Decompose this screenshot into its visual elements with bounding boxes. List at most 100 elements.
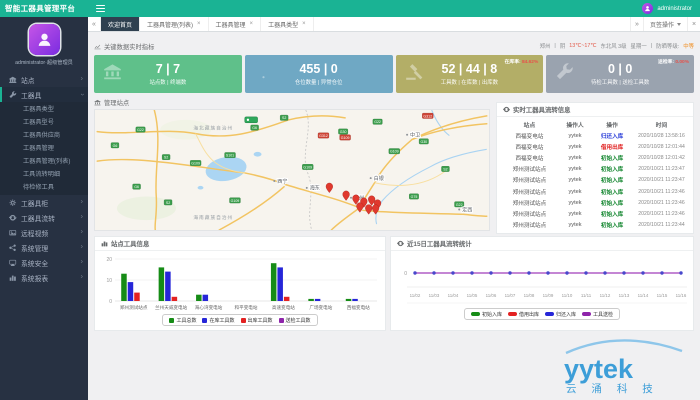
legend-item-1[interactable]: 在库工具数 [202, 317, 234, 324]
username[interactable]: administrator [657, 6, 692, 12]
svg-text:G6: G6 [113, 144, 118, 148]
weather-wind: 东北风 3级 [600, 42, 626, 50]
flow-row: 西福变电站yytek借用出库2020/10/28 12:01:44 [500, 141, 690, 152]
svg-text:云 涌 科 技: 云 涌 科 技 [566, 382, 659, 395]
svg-text:海心湾变电站: 海心湾变电站 [195, 304, 223, 311]
sidebar-item-tool-flow[interactable]: 工器具流转› [0, 210, 88, 225]
share-icon [9, 244, 17, 252]
sidebar-subitem-tool-supplier[interactable]: 工器具供应商 [0, 129, 88, 142]
tabs-collapse-arrow[interactable]: « [88, 17, 101, 31]
legend-label: 借用出库 [519, 311, 539, 318]
flow-op: 初始入库 [591, 176, 633, 184]
sidebar-item-system-security[interactable]: 系统安全› [0, 255, 88, 270]
svg-text:11/16: 11/16 [676, 293, 687, 298]
stat-rate: 在库率: 84.62% [505, 58, 539, 65]
tab-label: 欢迎首页 [108, 20, 132, 29]
sidebar-subitem-tool-management-list[interactable]: 工器具管理(列表) [0, 155, 88, 168]
sidebar-user-panel[interactable]: administrator·超级管理员 [0, 17, 88, 72]
map-section-title: 管理站点 [94, 98, 129, 107]
chevron-icon: › [81, 199, 83, 206]
tab-tool-type[interactable]: 工器具类型 × [261, 17, 314, 31]
flow-site: 郑州测试站点 [500, 199, 559, 207]
flow-site: 西福变电站 [500, 132, 559, 140]
tabs-expand-arrow[interactable]: » [630, 17, 643, 31]
sidebar-item-tools[interactable]: 工器具› [0, 87, 88, 102]
legend-item-0[interactable]: 初始入库 [471, 311, 502, 318]
menu-toggle-icon[interactable] [96, 5, 105, 12]
chevron-down-icon [677, 23, 681, 26]
sidebar-subitem-tool-model[interactable]: 工器具型号 [0, 116, 88, 129]
legend-swatch [241, 318, 246, 323]
sidebar-subitem-tool-flow-detail[interactable]: 工具流转明细 [0, 168, 88, 181]
tabs-close-all-icon[interactable]: × [687, 17, 700, 31]
weather-uv-value: 中等 [683, 42, 694, 50]
flow-panel: 实时工器具流转信息 站点操作人操作时间西福变电站yytek归还入库2020/10… [496, 102, 694, 234]
flow-time: 2020/10/21 11:23:46 [633, 189, 690, 195]
map-city-label: 西宁 [277, 178, 287, 185]
legend-item-3[interactable]: 工具送检 [582, 311, 613, 318]
sidebar-subitem-tool-pending-maintenance[interactable]: 待检修工具 [0, 181, 88, 194]
tabs-strip: 欢迎首页工器具管理(列表)×工器具管理× 工器具类型 × [101, 17, 630, 31]
sidebar-subitem-tool-management[interactable]: 工器具管理 [0, 142, 88, 155]
sidebar-item-remote-video[interactable]: 远程视频› [0, 225, 88, 240]
stat-rate: 送检率: 0.00% [658, 58, 689, 65]
tab-close-icon[interactable]: × [197, 21, 201, 27]
svg-text:11/14: 11/14 [638, 293, 649, 298]
legend-item-3[interactable]: 送检工具数 [279, 317, 311, 324]
refresh-icon[interactable] [503, 106, 510, 113]
svg-text:G22: G22 [456, 203, 463, 207]
svg-text:11/09: 11/09 [543, 293, 554, 298]
weather-bar: 郑州 | 阴 13℃~17℃ 东北风 3级 星期一 | 防晒等级: 中等 [540, 42, 694, 50]
svg-text:G312: G312 [319, 134, 328, 138]
legend-item-2[interactable]: 归还入库 [545, 311, 576, 318]
weather-city: 郑州 [540, 42, 551, 50]
sidebar-item-system-reports[interactable]: 系统报表› [0, 270, 88, 285]
flow-row: 郑州测试站点yytek初始入库2020/10/21 11:23:44 [500, 220, 690, 231]
sidebar-subitem-tool-type[interactable]: 工器具类型 [0, 103, 88, 116]
side-menu: 站点›工器具›工器具类型工器具型号工器具供应商工器具管理工器具管理(列表)工具流… [0, 72, 88, 285]
stat-card-inspection: 0 | 0待检工具数 | 送检工具数送检率: 0.00% [546, 55, 694, 93]
tab-operations-dropdown[interactable]: 页签操作 [643, 17, 687, 31]
legend-label: 出库工具数 [248, 317, 273, 324]
tab-close-icon[interactable]: × [250, 21, 254, 27]
refresh-icon[interactable] [397, 240, 404, 247]
svg-text:S2: S2 [166, 201, 170, 205]
map-canvas[interactable]: G6G22S2G109S101G6S2G109G30G22G109G30S2G7… [95, 110, 489, 230]
svg-text:11/02: 11/02 [410, 293, 421, 298]
flow-time: 2020/10/28 13:58:16 [633, 133, 690, 139]
flow-operator: yytek [559, 166, 591, 172]
sidebar-item-tool-cabinet[interactable]: 工器具柜› [0, 195, 88, 210]
chart-icon [9, 274, 17, 282]
flow-row: 郑州测试站点yytek初始入库2020/10/21 11:23:46 [500, 197, 690, 208]
tab-operations-label: 页签操作 [650, 20, 674, 29]
tablet-icon [254, 62, 273, 81]
map-region-label: 海南藏族自治州 [193, 214, 233, 221]
indicators-section-title: 关键数据实时指标 [94, 42, 154, 51]
image-icon [9, 229, 17, 237]
tab-close-icon[interactable]: × [302, 21, 306, 27]
top-header: 智能工器具管理平台 administrator [0, 0, 700, 17]
sidebar-item-site[interactable]: 站点› [0, 72, 88, 87]
legend-label: 在库工具数 [209, 317, 234, 324]
bank-icon [94, 99, 101, 106]
sidebar-item-system-management[interactable]: 系统管理› [0, 240, 88, 255]
chevron-icon: › [81, 76, 83, 83]
tab-tool-management[interactable]: 工器具管理× [209, 17, 262, 31]
legend-label: 送检工具数 [286, 317, 311, 324]
legend-label: 归还入库 [556, 311, 576, 318]
chevron-icon: › [81, 244, 83, 251]
wrench-icon [9, 91, 17, 99]
tab-tool-management-list[interactable]: 工器具管理(列表)× [140, 17, 209, 31]
tab-label: 工器具类型 [268, 20, 298, 29]
legend-item-1[interactable]: 借用出库 [508, 311, 539, 318]
map-panel[interactable]: G6G22S2G109S101G6S2G109G30G22G109G30S2G7… [94, 109, 490, 231]
legend-swatch [279, 318, 284, 323]
legend-item-0[interactable]: 工具总数 [169, 317, 196, 324]
tab-home[interactable]: 欢迎首页 [101, 17, 140, 31]
svg-text:0: 0 [404, 271, 407, 277]
svg-text:11/04: 11/04 [448, 293, 459, 298]
legend-item-2[interactable]: 出库工具数 [241, 317, 273, 324]
user-avatar-icon[interactable] [642, 3, 653, 14]
monitor-icon [9, 259, 17, 267]
legend-swatch [169, 318, 174, 323]
